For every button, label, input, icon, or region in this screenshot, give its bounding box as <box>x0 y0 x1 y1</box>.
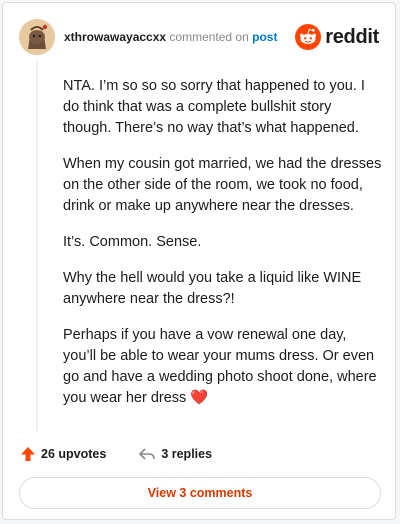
reply-arrow-icon <box>139 448 156 460</box>
comment-paragraph: NTA. I’m so so so sorry that happened to… <box>63 78 365 136</box>
reply-count: 3 replies <box>161 447 213 461</box>
comment-body: NTA. I’m so so so sorry that happened to… <box>63 76 383 424</box>
reddit-wordmark: reddit <box>325 25 379 48</box>
comment-card: xthrowawayaccxx commented on post reddit… <box>2 2 396 520</box>
upvote-button[interactable]: 26 upvotes <box>20 446 106 462</box>
comment-actions: 26 upvotes 3 replies <box>20 444 212 464</box>
reddit-snoo-icon <box>295 24 322 50</box>
user-avatar[interactable] <box>19 19 55 55</box>
view-comments-button[interactable]: View 3 comments <box>19 477 381 509</box>
comment-paragraph-last: Perhaps if you have a vow renewal one da… <box>63 325 383 409</box>
upvote-arrow-icon <box>21 447 35 461</box>
comment-header: xthrowawayaccxx commented on post reddit <box>19 19 379 55</box>
upvote-count: 26 upvotes <box>41 447 107 461</box>
avatar-icon <box>19 19 55 55</box>
replies-button[interactable]: 3 replies <box>138 446 212 462</box>
comment-paragraph-text: Perhaps if you have a vow renewal one da… <box>63 327 377 406</box>
comment-paragraph: It’s. Common. Sense. <box>63 234 202 250</box>
comment-paragraph: When my cousin got married, we had the d… <box>63 156 382 214</box>
commented-on-text: commented on <box>169 30 249 44</box>
comment-byline: xthrowawayaccxx commented on post <box>64 30 277 44</box>
username-link[interactable]: xthrowawayaccxx <box>64 30 166 44</box>
heart-emoji: ❤️ <box>190 390 209 406</box>
post-link[interactable]: post <box>252 30 277 44</box>
thread-line[interactable] <box>36 61 38 431</box>
comment-paragraph: Why the hell would you take a liquid lik… <box>63 270 362 307</box>
reddit-logo[interactable]: reddit <box>295 23 379 51</box>
